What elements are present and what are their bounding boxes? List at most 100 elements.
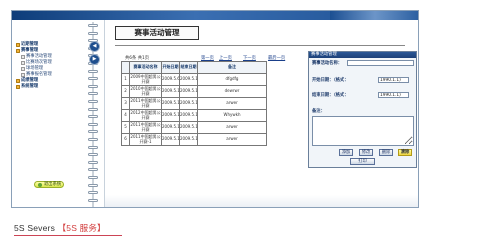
spiral-ring bbox=[88, 138, 98, 141]
sidebar-item-scores[interactable]: 成绩管理 bbox=[16, 78, 38, 83]
sidebar-item-label: 系统管理 bbox=[21, 84, 39, 89]
end-date-cell: 2009.5.16 bbox=[179, 109, 198, 122]
remark-cell: dfgdfg bbox=[197, 73, 267, 86]
caption-bracket-close: 】 bbox=[97, 223, 106, 233]
column-header: 开始日期 bbox=[161, 61, 180, 74]
exit-button-label: 退出系统 bbox=[44, 182, 62, 187]
start-date-cell: 2009.5.14 bbox=[161, 97, 180, 110]
caption-accent: 5S 服务 bbox=[66, 223, 98, 233]
table-header-row: 赛事活动名称 开始日期 结束日期 备注 bbox=[121, 61, 267, 74]
remark-cell: arwer bbox=[197, 97, 267, 110]
sidebar-item-label: 球场管理 bbox=[26, 66, 44, 71]
sidebar-item-registration[interactable]: 赛事报名管理 bbox=[21, 72, 52, 77]
caption-bracket-open: 【 bbox=[57, 223, 67, 233]
app-window: 近期管理 赛事管理 赛事活动管理 比赛场次管理 球场管理 赛事报名管理 成绩管理 bbox=[11, 10, 419, 208]
end-date-label: 结束日期：（格式： bbox=[312, 93, 349, 98]
spiral-ring bbox=[88, 84, 98, 88]
spiral-ring bbox=[88, 24, 98, 27]
end-date-cell: 2009.5.15 bbox=[179, 85, 198, 98]
row-index: 1 bbox=[121, 73, 130, 86]
sidebar-item-recent[interactable]: 近期管理 bbox=[16, 42, 38, 47]
event-name-cell: 2011中国超男公开赛 bbox=[129, 97, 162, 110]
event-name-cell: 2012中国超男公开赛 bbox=[129, 109, 162, 122]
spiral-ring bbox=[88, 198, 98, 202]
spiral-ring bbox=[88, 115, 98, 119]
spiral-ring bbox=[88, 92, 98, 96]
end-date-cell: 2009.5.16 bbox=[179, 97, 198, 110]
spiral-ring bbox=[88, 153, 98, 157]
start-date-cell: 2009.5.14 bbox=[161, 121, 180, 134]
page-title: 赛事活动管理 bbox=[115, 26, 199, 40]
row-index: 5 bbox=[121, 121, 130, 134]
spiral-ring bbox=[88, 160, 98, 164]
event-form-panel: 赛事活动管理 赛事活动名称： 开始日期：（格式： 结束日期：（格式： 备注： 添… bbox=[308, 51, 417, 168]
remark-cell: arwer bbox=[197, 133, 267, 146]
column-header: 结束日期 bbox=[179, 61, 198, 74]
page-icon bbox=[21, 72, 25, 77]
event-name-field[interactable] bbox=[347, 60, 414, 66]
event-name-label: 赛事活动名称： bbox=[312, 61, 343, 66]
sidebar-item-system[interactable]: 系统管理 bbox=[16, 84, 38, 89]
clear-button[interactable]: 清除 bbox=[398, 149, 412, 156]
add-button[interactable]: 添加 bbox=[339, 149, 353, 156]
event-name-cell: 2010中国超男公开赛 bbox=[129, 85, 162, 98]
table-row[interactable]: 1 2009中国超男公开赛 2009.5.6 2009.5.10 dfgdfg bbox=[121, 73, 267, 86]
sidebar-item-label: 赛事管理 bbox=[21, 48, 39, 53]
row-index: 2 bbox=[121, 85, 130, 98]
table-row[interactable]: 2 2010中国超男公开赛 2009.5.11 2009.5.15 dewrwr bbox=[121, 85, 267, 98]
remark-textarea[interactable] bbox=[312, 116, 414, 146]
spiral-ring bbox=[88, 107, 98, 111]
spiral-ring bbox=[88, 69, 98, 73]
exit-icon bbox=[38, 183, 42, 187]
end-date-cell: 2009.5.16 bbox=[179, 133, 198, 146]
spiral-ring bbox=[88, 191, 98, 195]
row-index: 3 bbox=[121, 97, 130, 110]
top-banner bbox=[12, 11, 418, 20]
sidebar-item-events[interactable]: 赛事管理 bbox=[16, 48, 38, 53]
spiral-ring bbox=[88, 31, 98, 35]
spiral-ring bbox=[88, 77, 98, 81]
spiral-ring bbox=[88, 130, 98, 134]
edit-button[interactable]: 修改 bbox=[359, 149, 373, 156]
exit-system-button[interactable]: 退出系统 bbox=[34, 181, 64, 188]
folder-icon bbox=[16, 48, 20, 53]
page-icon bbox=[21, 54, 25, 59]
end-date-field[interactable] bbox=[378, 92, 409, 98]
pager-last-link[interactable]: 最后一页 bbox=[268, 55, 285, 61]
end-date-cell: 2009.5.10 bbox=[179, 73, 198, 86]
event-name-cell: 2011中国超男公开赛-1 bbox=[129, 133, 162, 146]
folder-icon bbox=[16, 42, 20, 47]
sidebar-item-event-activity[interactable]: 赛事活动管理 bbox=[21, 54, 52, 59]
print-button[interactable]: 打印 bbox=[350, 158, 375, 165]
table-row[interactable]: 3 2011中国超男公开赛 2009.5.14 2009.5.16 arwer bbox=[121, 97, 267, 110]
page-icon bbox=[21, 60, 25, 65]
caption-underline bbox=[14, 235, 122, 236]
sidebar-item-courses[interactable]: 球场管理 bbox=[21, 66, 43, 71]
spiral-ring bbox=[88, 168, 98, 172]
remark-cell: dewrwr bbox=[197, 85, 267, 98]
sidebar-item-label: 比赛场次管理 bbox=[26, 60, 52, 65]
spiral-ring bbox=[88, 176, 98, 179]
spiral-ring bbox=[88, 100, 98, 103]
sidebar-item-match-sessions[interactable]: 比赛场次管理 bbox=[21, 60, 52, 65]
event-name-cell: 2011中国超男公开赛 bbox=[129, 121, 162, 134]
sidebar-item-label: 成绩管理 bbox=[21, 78, 39, 83]
main-content: 赛事活动管理 共6条 共1页 第一页 上一页 下一页 最后一页 赛事活动名称 开… bbox=[104, 20, 418, 207]
spiral-ring bbox=[88, 145, 98, 149]
title-divider bbox=[115, 45, 405, 46]
expand-arrow-icon[interactable]: ▶ bbox=[90, 55, 99, 64]
delete-button[interactable]: 删除 bbox=[379, 149, 393, 156]
start-date-cell: 2009.5.6 bbox=[161, 73, 180, 86]
event-name-cell: 2009中国超男公开赛 bbox=[129, 73, 162, 86]
table-row[interactable]: 6 2011中国超男公开赛-1 2009.5.14 2009.5.16 arwe… bbox=[121, 133, 267, 146]
remark-cell: arwer bbox=[197, 121, 267, 134]
collapse-arrow-icon[interactable]: ◀ bbox=[90, 42, 99, 51]
end-date-cell: 2009.5.16 bbox=[179, 121, 198, 134]
start-date-field[interactable] bbox=[378, 77, 409, 83]
start-date-label: 开始日期：（格式： bbox=[312, 78, 349, 83]
table-row[interactable]: 5 2011中国超男公开赛 2009.5.14 2009.5.16 arwer bbox=[121, 121, 267, 134]
folder-icon bbox=[16, 78, 20, 83]
column-header bbox=[121, 61, 130, 74]
remark-cell: Whywkh bbox=[197, 109, 267, 122]
table-row[interactable]: 4 2012中国超男公开赛 2009.5.15 2009.5.16 Whywkh bbox=[121, 109, 267, 122]
